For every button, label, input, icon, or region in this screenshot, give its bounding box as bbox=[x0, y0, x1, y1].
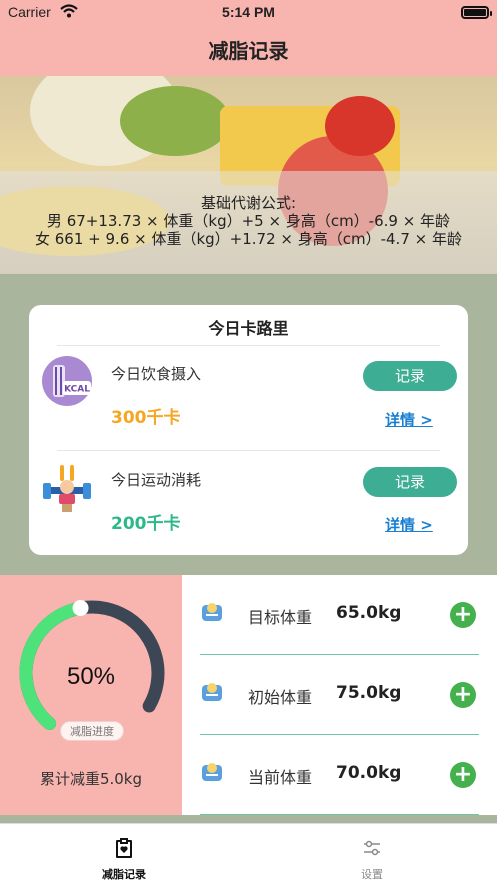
weights-panel: 目标体重 65.0kg + 初始体重 75.0kg + 当前体重 70.0kg … bbox=[182, 575, 497, 815]
battery-icon bbox=[461, 6, 492, 19]
intake-detail-link[interactable]: 详情 > bbox=[385, 409, 433, 430]
add-initial-weight-button[interactable]: + bbox=[450, 682, 476, 708]
formula-title: 基础代谢公式: bbox=[200, 194, 297, 212]
tab-bar: 减脂记录 设置 bbox=[0, 823, 497, 883]
scale-icon bbox=[202, 763, 222, 781]
fat-loss-progress-panel: 50% 减脂进度 累计减重5.0kg bbox=[0, 575, 182, 815]
weight-value: 75.0kg bbox=[336, 683, 402, 703]
divider bbox=[200, 814, 479, 815]
burn-label: 今日运动消耗 bbox=[111, 471, 202, 489]
add-target-weight-button[interactable]: + bbox=[450, 602, 476, 628]
gauge-knob bbox=[72, 600, 89, 617]
card-title: 今日卡路里 bbox=[208, 319, 289, 338]
intake-label: 今日饮食摄入 bbox=[111, 365, 202, 383]
divider bbox=[57, 450, 440, 451]
clipboard-heart-icon bbox=[116, 838, 132, 858]
tab-settings[interactable]: 设置 bbox=[248, 824, 496, 883]
progress-badge: 减脂进度 bbox=[60, 721, 124, 741]
divider bbox=[57, 345, 440, 346]
formula-female: 女 661 + 9.6 × 体重（kg）+1.72 × 身高（cm）-4.7 ×… bbox=[35, 230, 462, 248]
hero-banner: 基础代谢公式: 男 67+13.73 × 体重（kg）+5 × 身高（cm）-6… bbox=[0, 76, 497, 274]
add-current-weight-button[interactable]: + bbox=[450, 762, 476, 788]
weight-value: 70.0kg bbox=[336, 763, 402, 783]
broccoli-image bbox=[120, 86, 230, 156]
tab-fat-loss-record[interactable]: 减脂记录 bbox=[0, 824, 248, 883]
calories-card: 今日卡路里 KCAL 今日饮食摄入 300千卡 记录 详情 > 今日运动消耗 2… bbox=[29, 305, 468, 555]
weight-label: 初始体重 bbox=[248, 688, 313, 707]
weight-row-current: 当前体重 70.0kg + bbox=[182, 735, 497, 815]
progress-percent: 50% bbox=[66, 663, 116, 690]
kcal-icon-text: KCAL bbox=[64, 385, 90, 395]
sliders-icon bbox=[364, 840, 380, 856]
page-title: 减脂记录 bbox=[0, 26, 497, 76]
scale-icon bbox=[202, 603, 222, 621]
cumulative-loss: 累计减重5.0kg bbox=[39, 770, 143, 788]
weight-label: 目标体重 bbox=[248, 608, 313, 627]
kcal-icon: KCAL bbox=[42, 356, 92, 406]
weight-row-initial: 初始体重 75.0kg + bbox=[182, 655, 497, 735]
tab-label: 减脂记录 bbox=[102, 868, 146, 881]
weight-row-target: 目标体重 65.0kg + bbox=[182, 575, 497, 655]
formula-male: 男 67+13.73 × 体重（kg）+5 × 身高（cm）-6.9 × 年龄 bbox=[46, 212, 451, 230]
weight-label: 当前体重 bbox=[248, 768, 313, 787]
dumbbell-icon bbox=[43, 465, 91, 512]
status-bar: Carrier 5:14 PM bbox=[0, 0, 497, 26]
burn-value: 200千卡 bbox=[111, 514, 181, 534]
tab-label: 设置 bbox=[361, 868, 383, 881]
intake-record-button[interactable]: 记录 bbox=[363, 361, 457, 391]
clock: 5:14 PM bbox=[222, 4, 275, 20]
weight-value: 65.0kg bbox=[336, 603, 402, 623]
tomato-image bbox=[325, 96, 395, 156]
bmr-formula: 基础代谢公式: 男 67+13.73 × 体重（kg）+5 × 身高（cm）-6… bbox=[0, 194, 497, 248]
burn-detail-link[interactable]: 详情 > bbox=[385, 514, 433, 535]
intake-value: 300千卡 bbox=[111, 408, 181, 428]
burn-record-button[interactable]: 记录 bbox=[363, 467, 457, 497]
scale-icon bbox=[202, 683, 222, 701]
